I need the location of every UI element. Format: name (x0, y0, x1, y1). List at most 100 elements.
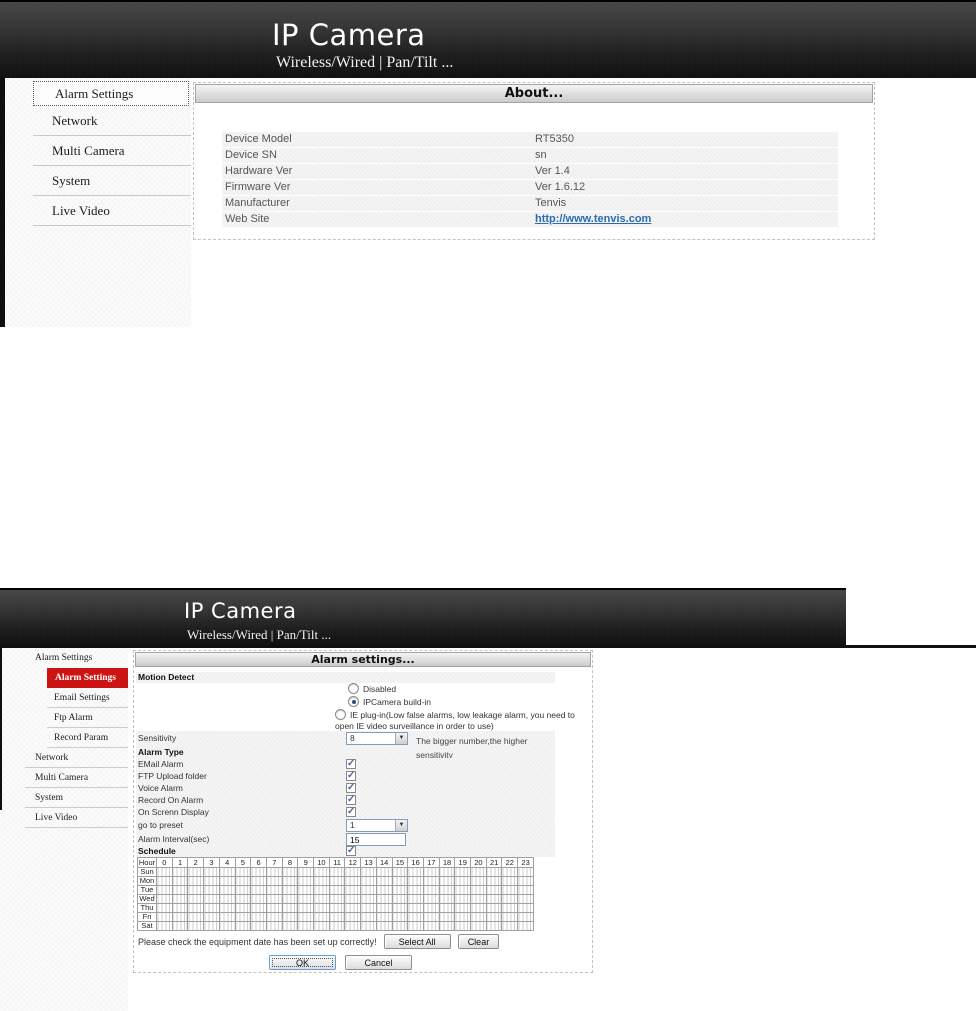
schedule-cell[interactable] (328, 876, 346, 886)
schedule-cell[interactable] (297, 876, 315, 886)
sidebar-item-network[interactable]: Network (33, 106, 191, 136)
schedule-cell[interactable] (470, 885, 487, 895)
schedule-cell[interactable] (218, 885, 236, 895)
schedule-cell[interactable] (218, 912, 236, 922)
schedule-cell[interactable] (281, 876, 299, 886)
schedule-cell[interactable] (407, 903, 424, 913)
checkbox-icon[interactable] (346, 806, 356, 818)
schedule-cell[interactable] (297, 885, 315, 895)
motion-detect-option[interactable]: Disabled (136, 683, 590, 696)
schedule-cell[interactable] (375, 876, 393, 886)
schedule-cell[interactable] (470, 867, 487, 877)
schedule-cell[interactable] (422, 885, 440, 895)
checkbox-icon[interactable] (346, 782, 356, 794)
schedule-cell[interactable] (422, 876, 440, 886)
schedule-cell[interactable] (375, 921, 393, 931)
schedule-cell[interactable] (438, 867, 456, 877)
schedule-cell[interactable] (250, 903, 267, 913)
schedule-cell[interactable] (470, 894, 487, 904)
schedule-cell[interactable] (360, 921, 377, 931)
schedule-cell[interactable] (407, 921, 424, 931)
schedule-cell[interactable] (156, 867, 173, 877)
schedule-cell[interactable] (501, 921, 519, 931)
schedule-cell[interactable] (407, 885, 424, 895)
schedule-cell[interactable] (517, 912, 534, 922)
schedule-cell[interactable] (234, 876, 252, 886)
schedule-cell[interactable] (454, 903, 472, 913)
schedule-cell[interactable] (313, 894, 330, 904)
schedule-cell[interactable] (470, 876, 487, 886)
schedule-cell[interactable] (203, 894, 220, 904)
schedule-cell[interactable] (485, 903, 503, 913)
schedule-cell[interactable] (203, 885, 220, 895)
radio-icon[interactable] (348, 683, 359, 694)
schedule-cell[interactable] (234, 867, 252, 877)
schedule-cell[interactable] (218, 867, 236, 877)
schedule-cell[interactable] (454, 894, 472, 904)
schedule-cell[interactable] (485, 876, 503, 886)
schedule-cell[interactable] (344, 921, 362, 931)
schedule-cell[interactable] (360, 885, 377, 895)
schedule-cell[interactable] (360, 894, 377, 904)
checkbox-icon[interactable] (346, 770, 356, 782)
schedule-cell[interactable] (375, 885, 393, 895)
schedule-cell[interactable] (391, 894, 409, 904)
schedule-cell[interactable] (470, 912, 487, 922)
schedule-cell[interactable] (517, 903, 534, 913)
schedule-cell[interactable] (454, 885, 472, 895)
schedule-cell[interactable] (438, 903, 456, 913)
schedule-cell[interactable] (501, 894, 519, 904)
schedule-cell[interactable] (156, 903, 173, 913)
schedule-cell[interactable] (328, 894, 346, 904)
schedule-cell[interactable] (171, 903, 189, 913)
schedule-cell[interactable] (187, 912, 205, 922)
schedule-cell[interactable] (171, 894, 189, 904)
schedule-cell[interactable] (218, 903, 236, 913)
sidebar-item-multi-camera[interactable]: Multi Camera (25, 768, 128, 788)
schedule-cell[interactable] (234, 903, 252, 913)
schedule-cell[interactable] (407, 876, 424, 886)
schedule-cell[interactable] (517, 885, 534, 895)
schedule-cell[interactable] (454, 867, 472, 877)
schedule-cell[interactable] (470, 921, 487, 931)
schedule-cell[interactable] (203, 876, 220, 886)
schedule-cell[interactable] (360, 867, 377, 877)
sidebar-item-multi-camera[interactable]: Multi Camera (33, 136, 191, 166)
schedule-cell[interactable] (250, 894, 267, 904)
schedule-cell[interactable] (438, 894, 456, 904)
schedule-cell[interactable] (438, 921, 456, 931)
schedule-cell[interactable] (171, 912, 189, 922)
schedule-cell[interactable] (501, 903, 519, 913)
schedule-cell[interactable] (344, 903, 362, 913)
schedule-cell[interactable] (517, 867, 534, 877)
sidebar-item-live-video[interactable]: Live Video (25, 808, 128, 828)
schedule-cell[interactable] (313, 867, 330, 877)
sidebar-item-system[interactable]: System (33, 166, 191, 196)
schedule-cell[interactable] (234, 894, 252, 904)
schedule-cell[interactable] (234, 912, 252, 922)
clear-button[interactable]: Clear (457, 934, 500, 949)
schedule-cell[interactable] (391, 921, 409, 931)
sidebar-item-system[interactable]: System (25, 788, 128, 808)
schedule-cell[interactable] (407, 894, 424, 904)
schedule-cell[interactable] (187, 921, 205, 931)
schedule-cell[interactable] (250, 912, 267, 922)
schedule-cell[interactable] (344, 912, 362, 922)
schedule-cell[interactable] (501, 912, 519, 922)
sidebar-item-ftp-alarm[interactable]: Ftp Alarm (47, 708, 128, 728)
schedule-cell[interactable] (156, 921, 173, 931)
sidebar-item-email-settings[interactable]: Email Settings (47, 688, 128, 708)
schedule-cell[interactable] (281, 912, 299, 922)
schedule-cell[interactable] (485, 867, 503, 877)
sensitivity-select[interactable]: 8 ▼ (346, 732, 408, 745)
schedule-cell[interactable] (375, 903, 393, 913)
schedule-cell[interactable] (375, 867, 393, 877)
schedule-cell[interactable] (156, 876, 173, 886)
sidebar-item-alarm-settings[interactable]: Alarm Settings (47, 668, 128, 688)
schedule-cell[interactable] (203, 912, 220, 922)
chevron-down-icon[interactable]: ▼ (395, 733, 407, 744)
schedule-cell[interactable] (250, 921, 267, 931)
schedule-cell[interactable] (187, 867, 205, 877)
schedule-cell[interactable] (375, 912, 393, 922)
chevron-down-icon[interactable]: ▼ (395, 820, 407, 831)
